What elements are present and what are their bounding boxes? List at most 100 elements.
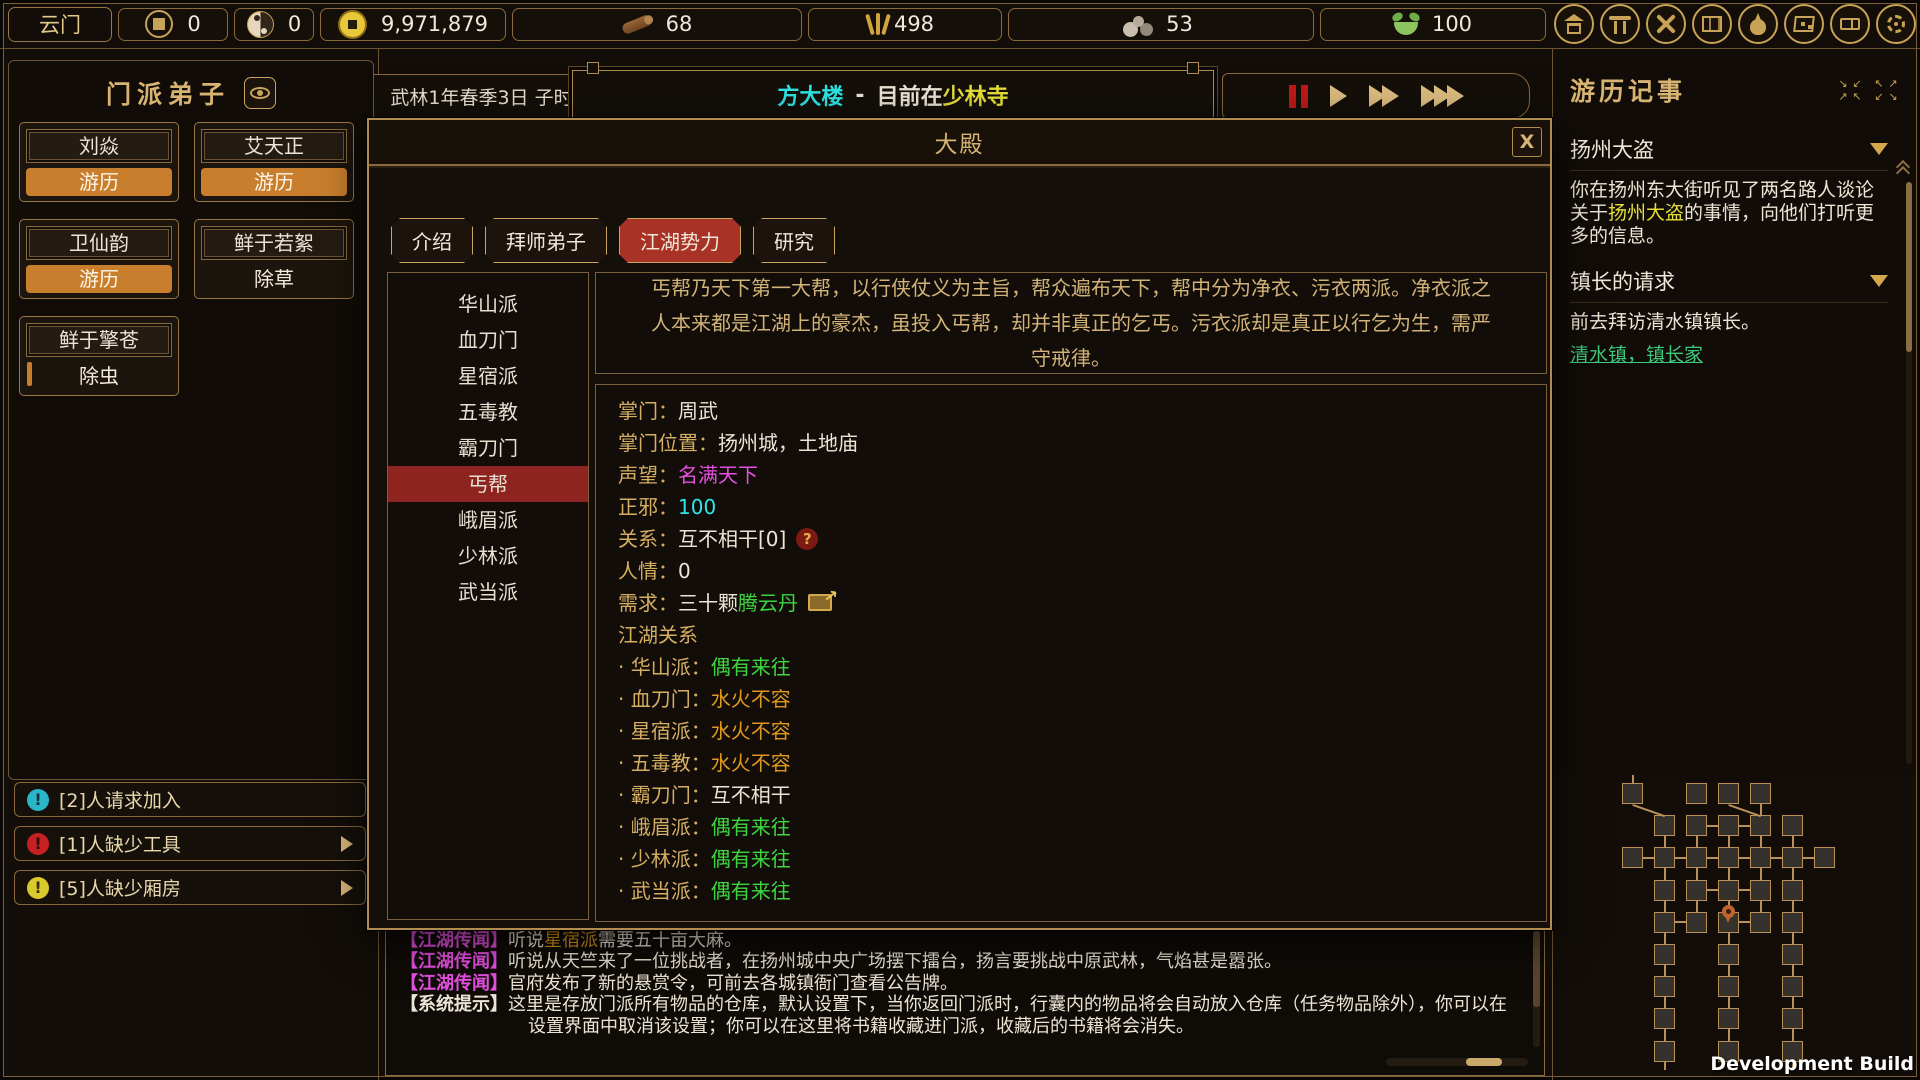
minimap-room[interactable] — [1750, 847, 1771, 868]
minimap-room[interactable] — [1718, 847, 1739, 868]
minimap-room[interactable] — [1782, 847, 1803, 868]
settings-button[interactable] — [1876, 4, 1916, 44]
minimap-room[interactable] — [1718, 783, 1739, 804]
collapse-arrow-icon — [1870, 143, 1888, 155]
book-button[interactable] — [1830, 4, 1870, 44]
faction-item[interactable]: 武当派 — [388, 574, 588, 610]
tools-button[interactable] — [1646, 4, 1686, 44]
herb-icon — [1394, 22, 1418, 35]
dialog-tab[interactable]: 江湖势力 — [619, 218, 741, 263]
minimap-room[interactable] — [1686, 880, 1707, 901]
minimap-room[interactable] — [1622, 783, 1643, 804]
faction-item[interactable]: 星宿派 — [388, 358, 588, 394]
minimap-room[interactable] — [1718, 976, 1739, 997]
pavilion-button[interactable] — [1554, 4, 1594, 44]
detail-row: 掌门位置：扬州城，土地庙 — [618, 427, 1524, 459]
minimap-room[interactable] — [1782, 976, 1803, 997]
minimap-room[interactable] — [1750, 912, 1771, 933]
minimap-room[interactable] — [1750, 815, 1771, 836]
minimap-room[interactable] — [1654, 847, 1675, 868]
fastest-forward-button[interactable] — [1421, 85, 1464, 107]
minimap-room[interactable] — [1654, 912, 1675, 933]
minimap-room[interactable] — [1654, 944, 1675, 965]
entry-header[interactable]: 扬州大盗 — [1570, 130, 1888, 171]
dialog-tab[interactable]: 介绍 — [391, 218, 473, 263]
faction-item[interactable]: 华山派 — [388, 286, 588, 322]
minimap-room[interactable] — [1654, 815, 1675, 836]
faction-item[interactable]: 丐帮 — [388, 466, 588, 502]
eye-toggle-button[interactable] — [244, 77, 276, 109]
minimap-room[interactable] — [1718, 1008, 1739, 1029]
minimap-room[interactable] — [1718, 815, 1739, 836]
disciple-card[interactable]: 鲜于若絮除草 — [194, 219, 354, 299]
gate-button[interactable] — [1600, 4, 1640, 44]
minimap-room[interactable] — [1782, 912, 1803, 933]
location-link[interactable]: 清水镇，镇长家 — [1570, 340, 1888, 367]
minimap-room[interactable] — [1718, 944, 1739, 965]
disciple-card[interactable]: 刘焱游历 — [19, 122, 179, 202]
minimap-room[interactable] — [1782, 815, 1803, 836]
close-icon[interactable]: X — [1512, 127, 1542, 157]
alert-error[interactable]: ! [1]人缺少工具 — [14, 826, 366, 861]
minimap-room[interactable] — [1622, 847, 1643, 868]
minimap-room[interactable] — [1750, 783, 1771, 804]
minimap-room[interactable] — [1654, 1008, 1675, 1029]
faction-item[interactable]: 少林派 — [388, 538, 588, 574]
bag-button[interactable] — [1738, 4, 1778, 44]
log-horizontal-scrollbar[interactable] — [1386, 1058, 1528, 1066]
dialog-tab[interactable]: 研究 — [753, 218, 835, 263]
minimap-room[interactable] — [1686, 912, 1707, 933]
faction-item[interactable]: 五毒教 — [388, 394, 588, 430]
detail-row: 掌门：周武 — [618, 395, 1524, 427]
play-button[interactable] — [1330, 85, 1347, 107]
minimap-room[interactable] — [1686, 847, 1707, 868]
collapse-icon[interactable]: ↘↙↗↖ — [1836, 77, 1864, 103]
right-divider — [1552, 48, 1553, 1080]
disciple-card[interactable]: 卫仙韵游历 — [19, 219, 179, 299]
fast-forward-button[interactable] — [1369, 85, 1399, 107]
disciple-card[interactable]: 鲜于擎苍除虫 — [19, 316, 179, 396]
herb-value: 100 — [1432, 12, 1472, 36]
expand-icon[interactable]: ↖↗↙↘ — [1872, 77, 1900, 103]
minimap-link — [1760, 901, 1762, 912]
detail-row: 人情：0 — [618, 555, 1524, 587]
map-scroll-button[interactable] — [1692, 4, 1732, 44]
help-icon[interactable]: ? — [796, 528, 818, 550]
minimap-room[interactable] — [1750, 880, 1771, 901]
region-map-button[interactable] — [1784, 4, 1824, 44]
log-vertical-thumb[interactable] — [1533, 931, 1540, 1007]
journal-scrollbar[interactable] — [1906, 182, 1912, 764]
minimap-room[interactable] — [1654, 976, 1675, 997]
log-tag: 【江湖传闻】 — [400, 930, 508, 951]
journal-scrollbar-thumb[interactable] — [1906, 182, 1912, 352]
minimap-room[interactable] — [1814, 847, 1835, 868]
pause-button[interactable] — [1289, 85, 1308, 108]
scroll-up-icon[interactable] — [1895, 160, 1911, 176]
log-horizontal-thumb[interactable] — [1466, 1058, 1502, 1066]
alert-info[interactable]: ![2]人请求加入 — [14, 782, 366, 817]
minimap-room[interactable] — [1654, 1041, 1675, 1062]
minimap-room[interactable] — [1686, 783, 1707, 804]
error-exclamation-icon: ! — [27, 833, 49, 855]
faction-item[interactable]: 峨眉派 — [388, 502, 588, 538]
faction-item[interactable]: 霸刀门 — [388, 430, 588, 466]
minimap-room[interactable] — [1782, 944, 1803, 965]
minimap-room[interactable] — [1718, 880, 1739, 901]
sect-name-button[interactable]: 云门 — [8, 7, 112, 42]
alert-text: [5]人缺少厢房 — [59, 874, 181, 901]
minimap-room[interactable] — [1782, 880, 1803, 901]
minimap-link — [1675, 921, 1686, 923]
disciple-card[interactable]: 艾天正游历 — [194, 122, 354, 202]
alert-warning[interactable]: ![5]人缺少厢房 — [14, 870, 366, 905]
minimap-room[interactable] — [1654, 880, 1675, 901]
entry-header[interactable]: 镇长的请求 — [1570, 262, 1888, 303]
log-vertical-scrollbar[interactable] — [1533, 931, 1540, 1047]
alert-text: [1]人缺少工具 — [59, 830, 181, 857]
chest-send-icon[interactable]: → — [808, 594, 832, 611]
faction-item[interactable]: 血刀门 — [388, 322, 588, 358]
info-exclamation-icon: ! — [27, 789, 49, 811]
minimap-room[interactable] — [1782, 1008, 1803, 1029]
dialog-tab[interactable]: 拜师弟子 — [485, 218, 607, 263]
minimap-room[interactable] — [1686, 815, 1707, 836]
minimap-link — [1643, 857, 1654, 859]
